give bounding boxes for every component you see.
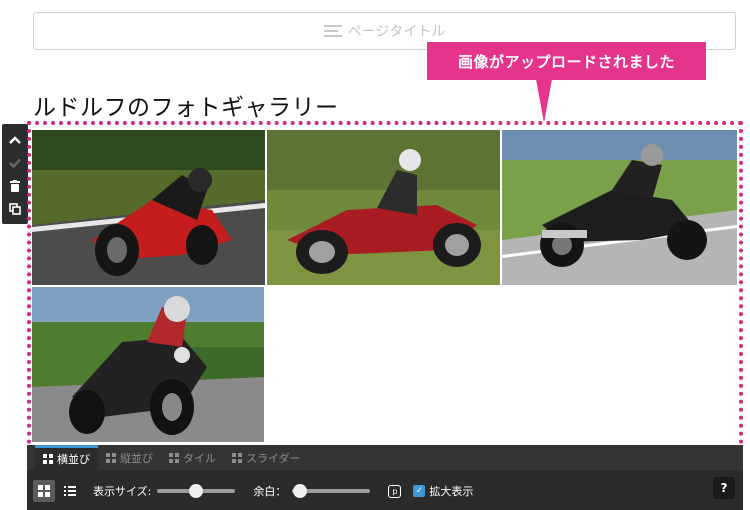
tab-horizontal[interactable]: 横並び xyxy=(35,445,98,470)
display-size-label: 表示サイズ: xyxy=(93,485,152,498)
margin-slider[interactable] xyxy=(292,484,371,498)
tab-slider[interactable]: スライダー xyxy=(224,445,309,470)
duplicate-icon[interactable] xyxy=(7,201,23,217)
help-button[interactable]: ? xyxy=(713,477,735,499)
block-side-toolbar xyxy=(2,124,28,224)
slider-icon xyxy=(232,452,242,463)
trash-icon[interactable] xyxy=(7,178,23,194)
notification-pointer xyxy=(536,79,552,123)
list-view-icon xyxy=(64,486,76,496)
upload-notification: 画像がアップロードされました xyxy=(427,42,706,80)
gallery-settings-bar: 横並び 縦並び タイル スライダー 表示サイズ: 余白： p ✓ 拡大表示 ? xyxy=(27,445,743,510)
tab-label: スライダー xyxy=(246,451,301,465)
slider-handle[interactable] xyxy=(189,484,204,498)
upload-notification-text: 画像がアップロードされました xyxy=(457,52,675,71)
margin-label: 余白： xyxy=(253,485,287,498)
title-icon xyxy=(323,25,342,37)
list-view-button[interactable] xyxy=(59,480,81,502)
chevron-up-icon[interactable] xyxy=(7,132,23,148)
settings-controls: 表示サイズ: 余白： p ✓ 拡大表示 xyxy=(27,473,743,509)
tab-label: 横並び xyxy=(57,453,90,466)
slider-handle[interactable] xyxy=(293,484,308,498)
tab-label: 縦並び xyxy=(120,451,153,465)
pinterest-icon[interactable]: p xyxy=(388,484,402,498)
grid-view-icon xyxy=(38,485,50,497)
tab-vertical[interactable]: 縦並び xyxy=(98,445,161,470)
grid-icon xyxy=(43,454,53,464)
tab-tile[interactable]: タイル xyxy=(161,445,224,470)
page-title-placeholder: ページタイトル xyxy=(347,24,446,40)
zoom-label: 拡大表示 xyxy=(429,485,474,498)
gallery-heading: ルドルフのフォトギャラリー xyxy=(33,95,339,121)
tab-label: タイル xyxy=(183,451,216,465)
grid-view-button[interactable] xyxy=(33,480,55,502)
display-size-slider[interactable] xyxy=(157,484,236,498)
layout-tabs: 横並び 縦並び タイル スライダー xyxy=(27,445,743,470)
gallery-selection-frame xyxy=(27,121,743,452)
zoom-checkbox[interactable]: ✓ xyxy=(413,485,426,497)
grid-icon xyxy=(106,452,116,463)
check-icon[interactable] xyxy=(7,155,23,171)
grid-icon xyxy=(169,452,179,463)
